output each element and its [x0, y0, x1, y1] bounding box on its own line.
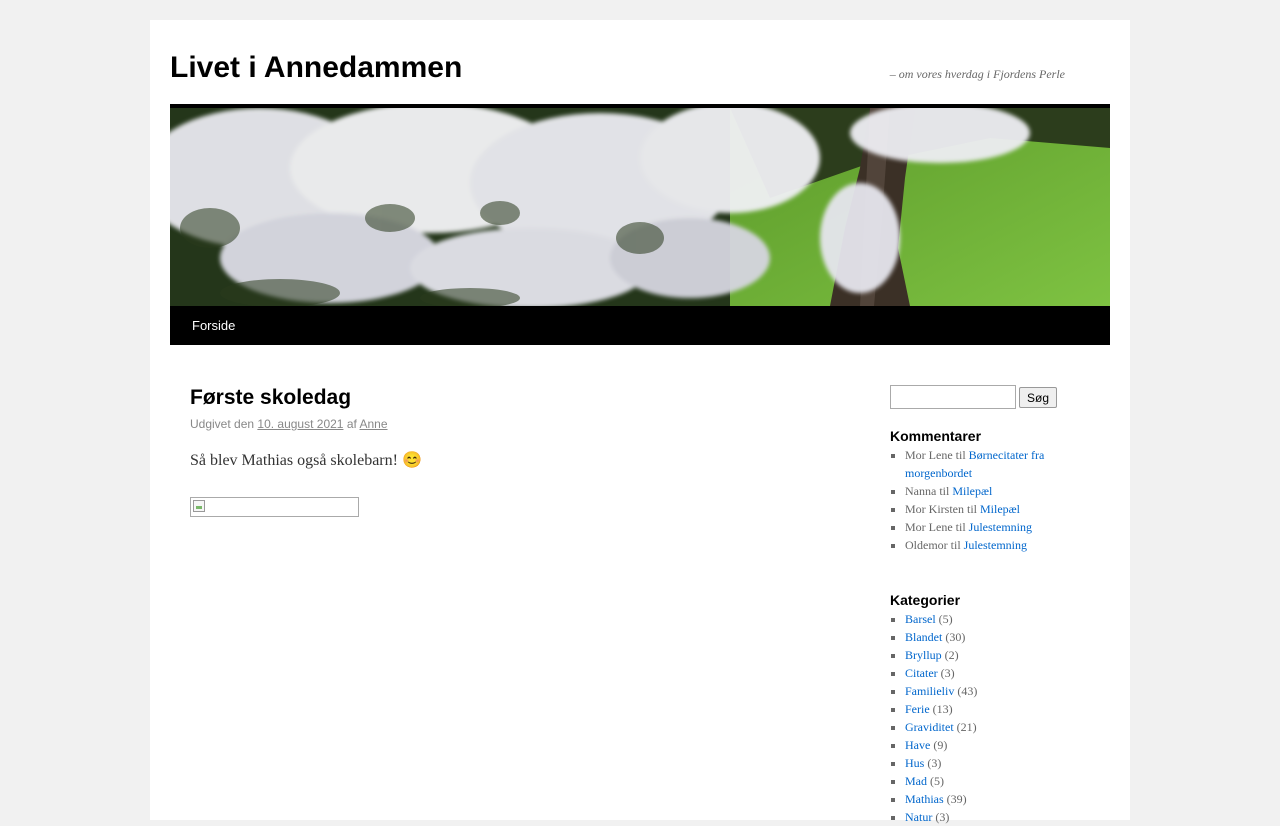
category-count: (5) [938, 612, 953, 626]
meta-prefix: Udgivet den [190, 417, 255, 431]
category-link[interactable]: Ferie [905, 702, 930, 716]
category-item: Mad (5) [905, 772, 1110, 790]
category-link[interactable]: Barsel [905, 612, 936, 626]
category-count: (21) [956, 720, 977, 734]
category-count: (2) [944, 648, 959, 662]
recent-comments-list: Mor Lene til Børnecitater fra morgenbord… [890, 446, 1110, 554]
recent-comments-title: Kommentarer [890, 428, 982, 444]
broken-image-icon [193, 500, 205, 512]
comment-connector: til [967, 502, 978, 516]
category-count: (3) [940, 666, 955, 680]
nav-item-forside[interactable]: Forside [192, 306, 235, 345]
comment-item: Oldemor til Julestemning [905, 536, 1110, 554]
category-item: Barsel (5) [905, 610, 1110, 628]
post-meta: Udgivet den 10. august 2021 af Anne [190, 415, 830, 433]
comment-author: Mor Kirsten [905, 502, 964, 516]
category-count: (3) [927, 756, 942, 770]
categories-list: Barsel (5)Blandet (30)Bryllup (2)Citater… [890, 610, 1110, 826]
recent-comments-widget: Kommentarer Mor Lene til Børnecitater fr… [890, 426, 1110, 554]
category-item: Citater (3) [905, 664, 1110, 682]
category-count: (43) [957, 684, 978, 698]
sidebar: Søg Kommentarer Mor Lene til Børnecitate… [890, 384, 1110, 824]
site-title[interactable]: Livet i Annedammen [170, 50, 462, 86]
header-image [170, 108, 1110, 306]
category-link[interactable]: Familieliv [905, 684, 954, 698]
search-input[interactable] [890, 385, 1016, 409]
category-count: (9) [933, 738, 948, 752]
category-item: Blandet (30) [905, 628, 1110, 646]
post-title[interactable]: Første skoledag [190, 384, 830, 412]
comment-post-link[interactable]: Julestemning [969, 520, 1032, 534]
category-link[interactable]: Graviditet [905, 720, 954, 734]
category-link[interactable]: Have [905, 738, 930, 752]
comment-connector: til [950, 538, 961, 552]
category-count: (3) [935, 810, 950, 824]
comment-item: Nanna til Milepæl [905, 482, 1110, 500]
category-item: Mathias (39) [905, 790, 1110, 808]
comment-item: Mor Lene til Børnecitater fra morgenbord… [905, 446, 1110, 482]
category-count: (39) [946, 792, 967, 806]
category-item: Familieliv (43) [905, 682, 1110, 700]
comment-author: Mor Lene [905, 520, 953, 534]
category-link[interactable]: Blandet [905, 630, 942, 644]
post-content: Så blev Mathias også skolebarn! 😊 [190, 452, 422, 469]
comment-item: Mor Lene til Julestemning [905, 518, 1110, 536]
category-link[interactable]: Mathias [905, 792, 944, 806]
comment-post-link[interactable]: Milepæl [952, 484, 992, 498]
category-link[interactable]: Citater [905, 666, 938, 680]
category-link[interactable]: Natur [905, 810, 932, 824]
category-item: Bryllup (2) [905, 646, 1110, 664]
comment-author: Nanna [905, 484, 937, 498]
comment-author: Oldemor [905, 538, 948, 552]
comment-connector: til [955, 520, 966, 534]
comment-post-link[interactable]: Milepæl [980, 502, 1020, 516]
categories-title: Kategorier [890, 592, 961, 608]
category-item: Natur (3) [905, 808, 1110, 826]
category-link[interactable]: Hus [905, 756, 924, 770]
broken-image [190, 497, 359, 517]
content-area: Første skoledag Udgivet den 10. august 2… [190, 384, 830, 517]
site-description: – om vores hverdag i Fjordens Perle [889, 67, 1065, 81]
category-item: Have (9) [905, 736, 1110, 754]
comment-connector: til [939, 484, 950, 498]
search-button[interactable]: Søg [1019, 387, 1057, 408]
comment-connector: til [955, 448, 966, 462]
categories-widget: Kategorier Barsel (5)Blandet (30)Bryllup… [890, 590, 1110, 826]
comment-post-link[interactable]: Julestemning [964, 538, 1027, 552]
category-item: Graviditet (21) [905, 718, 1110, 736]
category-link[interactable]: Bryllup [905, 648, 942, 662]
category-link[interactable]: Mad [905, 774, 927, 788]
category-count: (30) [945, 630, 966, 644]
category-item: Hus (3) [905, 754, 1110, 772]
page-wrapper: Livet i Annedammen – om vores hverdag i … [150, 20, 1130, 824]
category-count: (5) [930, 774, 944, 788]
comment-item: Mor Kirsten til Milepæl [905, 500, 1110, 518]
post-author-link[interactable]: Anne [360, 417, 388, 431]
comment-author: Mor Lene [905, 448, 953, 462]
category-item: Ferie (13) [905, 700, 1110, 718]
meta-by: af [346, 417, 357, 431]
search-form: Søg [890, 384, 1110, 409]
main-navigation: Forside [170, 306, 1110, 345]
post-date-link[interactable]: 10. august 2021 [257, 417, 343, 431]
category-count: (13) [932, 702, 953, 716]
